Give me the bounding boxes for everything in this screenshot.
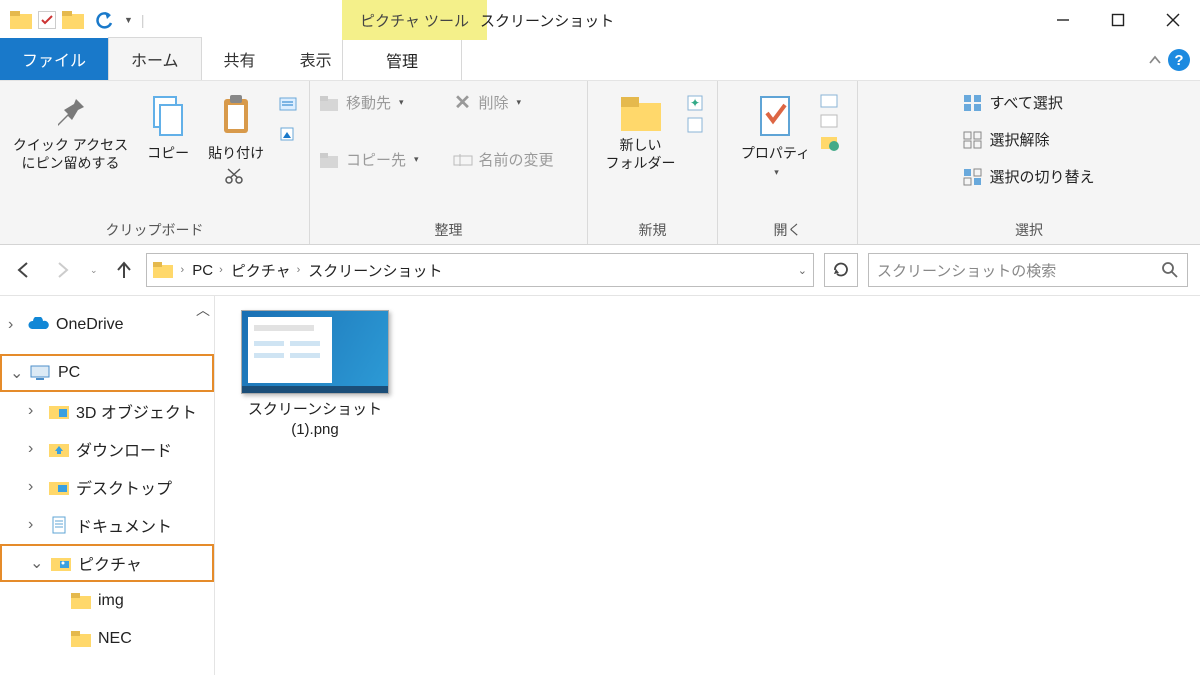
file-name: スクリーンショット (1).png <box>248 400 382 439</box>
folder-icon <box>70 591 92 611</box>
qat-undo-button[interactable] <box>90 5 120 35</box>
quick-access-toolbar: ▼ | ピクチャ ツール スクリーンショット <box>0 0 1200 40</box>
delete-button[interactable]: ✕ 削除▾ <box>449 89 582 116</box>
search-icon <box>1161 261 1179 279</box>
rename-icon <box>453 153 473 167</box>
svg-text:✦: ✦ <box>690 96 700 110</box>
nav-tree: ︿ › OneDrive ⌄ PC ›3D オブジェクト ›ダウンロード ›デス… <box>0 296 215 675</box>
tree-nec[interactable]: NEC <box>0 620 214 658</box>
file-thumbnail <box>241 310 389 394</box>
search-input[interactable]: スクリーンショットの検索 <box>868 253 1188 287</box>
pasteshortcut-button[interactable] <box>274 121 302 147</box>
pin-icon <box>50 93 90 133</box>
folder-blue-icon <box>48 401 70 421</box>
copy-icon <box>148 93 188 141</box>
easyaccess-button[interactable] <box>686 115 706 133</box>
copyto-folder-icon <box>320 152 340 168</box>
onedrive-icon <box>28 315 50 335</box>
ribbon-tabs: ファイル ホーム 共有 表示 管理 ? <box>0 40 1200 80</box>
newfolder-icon <box>619 93 663 133</box>
invert-icon <box>963 167 983 187</box>
breadcrumb-current[interactable]: スクリーンショット <box>308 260 442 281</box>
tree-desktop[interactable]: ›デスクトップ <box>0 468 214 506</box>
address-dropdown[interactable]: ⌄ <box>798 264 807 277</box>
maximize-button[interactable] <box>1090 0 1145 40</box>
tab-home[interactable]: ホーム <box>108 37 202 80</box>
paste-button[interactable]: 貼り付け <box>202 89 270 185</box>
rename-button[interactable]: 名前の変更 <box>449 146 582 173</box>
minimize-button[interactable] <box>1035 0 1090 40</box>
tree-onedrive[interactable]: › OneDrive <box>0 306 214 344</box>
context-tool-label: ピクチャ ツール <box>342 0 487 40</box>
tab-file[interactable]: ファイル <box>0 38 108 80</box>
new-folder-button[interactable]: 新しい フォルダー <box>600 89 682 172</box>
qat-separator: | <box>135 12 151 28</box>
tab-share[interactable]: 共有 <box>202 38 278 80</box>
selectnone-icon <box>963 130 983 150</box>
paste-icon <box>216 93 256 141</box>
documents-icon <box>48 515 70 535</box>
pin-quickaccess-button[interactable]: クイック アクセス にピン留めする <box>7 89 134 172</box>
qat-customize-dropdown[interactable]: ▼ <box>124 15 133 25</box>
content-area[interactable]: スクリーンショット (1).png <box>215 296 1200 675</box>
ribbon-collapse-button[interactable] <box>1148 53 1162 67</box>
selectall-icon <box>963 93 983 113</box>
desktop-icon <box>48 477 70 497</box>
group-label-open: 開く <box>774 216 802 240</box>
pc-icon <box>30 363 52 383</box>
group-label-select: 選択 <box>1015 216 1043 240</box>
history-button[interactable] <box>820 133 840 151</box>
up-button[interactable] <box>112 258 136 282</box>
properties-button[interactable]: プロパティ ▾ <box>735 89 816 178</box>
properties-icon <box>755 93 795 141</box>
moveto-button[interactable]: 移動先▾ <box>316 89 449 116</box>
x-icon: ✕ <box>453 93 473 113</box>
select-all-button[interactable]: すべて選択 <box>959 89 1098 116</box>
newitem-button[interactable]: ✦ <box>686 93 706 111</box>
group-label-new: 新規 <box>639 216 667 240</box>
ribbon: クイック アクセス にピン留めする コピー 貼り付け クリップボード <box>0 80 1200 245</box>
tree-3dobjects[interactable]: ›3D オブジェクト <box>0 392 214 430</box>
open-button[interactable] <box>820 93 840 109</box>
select-none-button[interactable]: 選択解除 <box>959 126 1098 153</box>
pictures-icon <box>50 553 72 573</box>
tree-scroll-up[interactable]: ︿ <box>196 300 210 320</box>
tree-img[interactable]: img <box>0 582 214 620</box>
breadcrumb-pictures[interactable]: ピクチャ› <box>231 260 305 281</box>
copypath-button[interactable] <box>274 91 302 117</box>
copy-button[interactable]: コピー <box>138 89 198 163</box>
help-button[interactable]: ? <box>1168 49 1190 71</box>
address-bar[interactable]: › PC› ピクチャ› スクリーンショット ⌄ <box>146 253 814 287</box>
tree-downloads[interactable]: ›ダウンロード <box>0 430 214 468</box>
close-button[interactable] <box>1145 0 1200 40</box>
tree-pc[interactable]: ⌄ PC <box>0 354 214 392</box>
copyto-button[interactable]: コピー先▾ <box>316 146 449 173</box>
window-title: スクリーンショット <box>480 0 614 40</box>
group-label-clipboard: クリップボード <box>106 216 204 240</box>
address-bar-row: ⌄ › PC› ピクチャ› スクリーンショット ⌄ スクリーンショットの検索 <box>0 245 1200 295</box>
downloads-icon <box>48 439 70 459</box>
tree-pictures[interactable]: ⌄ピクチャ <box>0 544 214 582</box>
back-button[interactable] <box>12 258 36 282</box>
tab-manage[interactable]: 管理 <box>342 40 462 80</box>
forward-button[interactable] <box>50 258 74 282</box>
qat-newfolder-button[interactable] <box>58 5 88 35</box>
breadcrumb-pc[interactable]: PC› <box>192 262 227 279</box>
moveto-folder-icon <box>320 95 340 111</box>
edit-button[interactable] <box>820 113 840 129</box>
invert-selection-button[interactable]: 選択の切り替え <box>959 163 1098 190</box>
scissors-icon <box>224 167 248 185</box>
explorer-icon <box>6 5 36 35</box>
history-dropdown[interactable]: ⌄ <box>90 265 98 276</box>
refresh-button[interactable] <box>824 253 858 287</box>
qat-properties-button[interactable] <box>38 11 56 29</box>
folder-icon <box>70 629 92 649</box>
tree-documents[interactable]: ›ドキュメント <box>0 506 214 544</box>
file-item[interactable]: スクリーンショット (1).png <box>235 310 395 439</box>
group-label-organize: 整理 <box>435 216 463 240</box>
folder-icon <box>153 262 173 278</box>
